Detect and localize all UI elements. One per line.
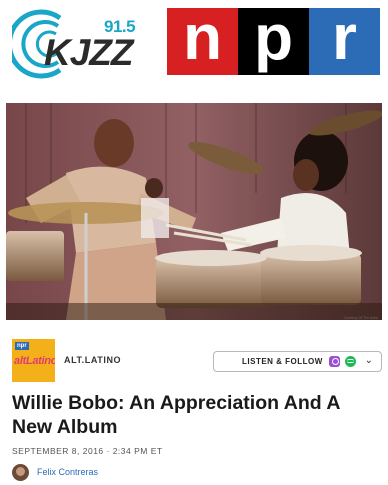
byline: Felix Contreras [12, 462, 98, 482]
listen-follow-label: LISTEN & FOLLOW [242, 357, 323, 366]
hero-photo [6, 103, 382, 320]
article-headline: Willie Bobo: An Appreciation And A New A… [12, 392, 340, 438]
article-meta-row: npr altLatino ALT.LATINO LISTEN & FOLLOW… [12, 337, 382, 383]
npr-logo-n: n [167, 5, 238, 75]
article-date: SEPTEMBER 8, 2016 · 2:34 PM ET [12, 446, 163, 456]
brand-header: 91.5 KJZZ n p r [0, 0, 388, 92]
apple-podcasts-icon [328, 356, 340, 367]
image-credit: Courtesy Of The Artist [343, 316, 378, 320]
spotify-icon [344, 356, 356, 367]
npr-logo-r: r [309, 5, 380, 75]
kjzz-logo[interactable]: 91.5 KJZZ [12, 8, 142, 80]
show-name-link[interactable]: ALT.LATINO [64, 355, 121, 365]
npr-logo-p: p [238, 5, 309, 75]
npr-logo[interactable]: n p r [167, 5, 380, 75]
station-call-letters: KJZZ [44, 32, 133, 73]
show-logo-word: altLatino [14, 355, 55, 367]
show-logo-network-tag: npr [15, 342, 29, 350]
chevron-down-icon: ⌄ [364, 355, 373, 366]
author-link[interactable]: Felix Contreras [37, 467, 98, 477]
alt-latino-logo[interactable]: npr altLatino [12, 339, 55, 382]
listen-follow-button[interactable]: LISTEN & FOLLOW ⌄ [213, 351, 382, 372]
author-avatar[interactable] [12, 463, 29, 481]
